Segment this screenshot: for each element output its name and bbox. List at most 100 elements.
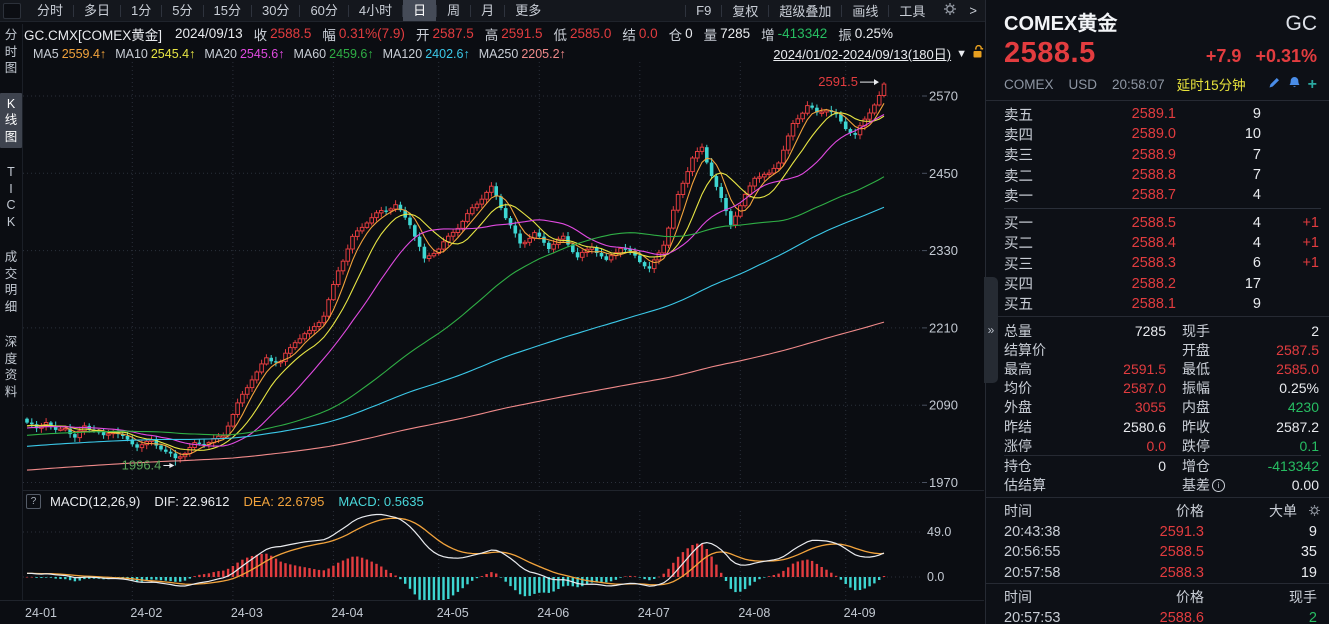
period-tab-4[interactable]: 5分 xyxy=(162,0,202,21)
big-order-row-2[interactable]: 20:56:552588.535 xyxy=(1004,542,1321,563)
ma-value: 2402.6↑ xyxy=(425,47,469,61)
stat-value: 2591.5 xyxy=(1066,361,1166,377)
order-book-row-ask-4[interactable]: 卖二2588.87 xyxy=(1004,165,1321,185)
period-tab-7[interactable]: 60分 xyxy=(300,0,347,21)
price-change: +7.9 xyxy=(1206,46,1242,67)
sidebar-gap xyxy=(0,233,22,246)
period-tab-1[interactable]: 分时 xyxy=(27,0,73,21)
tick-trade-row-1[interactable]: 20:57:532588.62 xyxy=(1004,608,1321,624)
order-book-row-ask-2[interactable]: 卖四2589.010 xyxy=(1004,124,1321,144)
x-axis-label-24-03: 24-03 xyxy=(231,606,263,620)
trade-time: 20:57:53 xyxy=(1004,610,1099,624)
order-book-row-bid-4[interactable]: 买四2588.217 xyxy=(1004,273,1321,293)
edit-pencil-icon[interactable] xyxy=(1268,76,1281,92)
help-icon[interactable]: ? xyxy=(26,494,41,509)
order-book-row-ask-5[interactable]: 卖一2588.74 xyxy=(1004,185,1321,205)
ma-value: 2545.4↑ xyxy=(151,47,195,61)
big-order-row-3[interactable]: 20:57:582588.319 xyxy=(1004,563,1321,584)
period-tab-12[interactable]: 更多 xyxy=(505,0,551,21)
trade-time: 20:56:55 xyxy=(1004,544,1099,560)
instrument-name: COMEX黄金 xyxy=(1004,7,1117,36)
app-icon[interactable] xyxy=(3,3,21,19)
ma-label: MA60 xyxy=(293,47,326,61)
order-book-row-bid-2[interactable]: 买二2588.44+1 xyxy=(1004,233,1321,253)
panel-collapse-handle[interactable]: » xyxy=(984,277,998,383)
sidebar-item-3[interactable]: TICK xyxy=(0,161,22,233)
macd-indicator-label[interactable]: MACD(12,26,9) xyxy=(50,494,140,509)
period-tab-8[interactable]: 4小时 xyxy=(349,0,402,21)
ma-label: MA20 xyxy=(204,47,237,61)
info-field-label: 仓 xyxy=(669,24,683,44)
stat-label: 均价 xyxy=(1004,378,1066,398)
stat-value: 0.25% xyxy=(1246,380,1321,396)
trade-qty: 9 xyxy=(1204,524,1321,540)
stat-label: 涨停 xyxy=(1004,436,1066,456)
level-label: 买四 xyxy=(1004,273,1066,294)
info-field-value: 2585.0 xyxy=(570,26,611,41)
chevron-down-icon[interactable]: ▼ xyxy=(956,48,967,60)
stat-label: 总量 xyxy=(1004,321,1066,341)
symbol-label: GC.CMX[COMEX黄金] xyxy=(24,24,162,44)
trades-gear-icon[interactable] xyxy=(1305,504,1321,517)
sidebar-item-4[interactable]: 成交明细 xyxy=(0,246,22,318)
settings-gear-icon[interactable] xyxy=(935,2,965,19)
sidebar-gap xyxy=(0,318,22,331)
stat-row-3: 最高2591.5最低2585.0 xyxy=(1004,359,1321,378)
stat-label: 现手 xyxy=(1182,321,1246,341)
period-tab-2[interactable]: 多日 xyxy=(74,0,120,21)
x-axis-label-24-02: 24-02 xyxy=(130,606,162,620)
unlock-icon[interactable] xyxy=(971,45,984,62)
toolbar-action-4[interactable]: 画线 xyxy=(842,1,888,20)
date-range-link[interactable]: 2024/01/02-2024/09/13(180日) xyxy=(773,44,951,63)
period-tab-3[interactable]: 1分 xyxy=(121,0,161,21)
expand-arrow[interactable]: > xyxy=(965,3,985,18)
period-tab-6[interactable]: 30分 xyxy=(252,0,299,21)
period-tab-11[interactable]: 月 xyxy=(471,0,504,21)
macd-chart[interactable]: 49.00.0 xyxy=(23,511,985,600)
trade-qty: 19 xyxy=(1204,565,1321,581)
level-qty: 4 xyxy=(1176,187,1261,203)
sidebar-item-5[interactable]: 深度资料 xyxy=(0,331,22,403)
order-book-row-ask-1[interactable]: 卖五2589.19 xyxy=(1004,104,1321,124)
period-tab-10[interactable]: 周 xyxy=(437,0,470,21)
order-book: 卖五2589.19卖四2589.010卖三2588.97卖二2588.87卖一2… xyxy=(986,101,1329,316)
tick-trades-table: 时间 价格 现手 20:57:532588.6220:57:552588.72 xyxy=(986,584,1329,624)
order-book-row-bid-5[interactable]: 买五2588.19 xyxy=(1004,294,1321,314)
stat-label: 昨结 xyxy=(1004,417,1066,437)
ma-label: MA120 xyxy=(383,47,423,61)
order-book-row-bid-1[interactable]: 买一2588.54+1 xyxy=(1004,212,1321,232)
alert-bell-icon[interactable] xyxy=(1288,76,1301,92)
level-qty: 7 xyxy=(1176,147,1261,163)
stat-row-5: 外盘3055内盘4230 xyxy=(1004,398,1321,417)
level-label: 买三 xyxy=(1004,253,1066,274)
toolbar-action-1[interactable]: F9 xyxy=(686,3,721,18)
level-price: 2588.7 xyxy=(1066,187,1176,203)
toolbar-action-2[interactable]: 复权 xyxy=(722,1,768,20)
stat-value: -413342 xyxy=(1246,458,1321,474)
trading-app: 分时多日1分5分15分30分60分4小时日周月更多 F9复权超级叠加画线工具 >… xyxy=(0,0,1329,624)
order-book-mid-divider xyxy=(1004,208,1321,209)
svg-text:2210: 2210 xyxy=(929,320,958,335)
sidebar-item-1[interactable]: 分时图 xyxy=(0,24,22,80)
level-price: 2588.2 xyxy=(1066,276,1176,292)
sidebar-item-2[interactable]: K线图 xyxy=(0,93,22,149)
big-order-row-1[interactable]: 20:43:382591.39 xyxy=(1004,522,1321,543)
period-tab-9[interactable]: 日 xyxy=(403,0,436,21)
info-field-value: 0 xyxy=(685,26,693,41)
info-field-value: 0.0 xyxy=(639,26,658,41)
col-bigorder: 大单 xyxy=(1204,501,1301,521)
add-plus-icon[interactable]: + xyxy=(1308,78,1317,91)
stat-value: 4230 xyxy=(1246,399,1321,415)
quote-time: 20:58:07 xyxy=(1112,77,1165,92)
delay-badge: 延时15分钟 xyxy=(1177,74,1246,94)
stat-label: 昨收 xyxy=(1182,417,1246,437)
order-book-row-ask-3[interactable]: 卖三2588.97 xyxy=(1004,145,1321,165)
info-field-label: 振 xyxy=(838,24,852,44)
session-date: 2024/09/13 xyxy=(175,26,243,41)
candlestick-chart[interactable]: 2570245023302210209019702591.51996.4 xyxy=(23,62,985,490)
order-book-row-bid-3[interactable]: 买三2588.36+1 xyxy=(1004,253,1321,273)
toolbar-action-5[interactable]: 工具 xyxy=(889,1,935,20)
period-tab-5[interactable]: 15分 xyxy=(204,0,251,21)
stat-value: 0.0 xyxy=(1066,438,1166,454)
toolbar-action-3[interactable]: 超级叠加 xyxy=(769,1,841,20)
